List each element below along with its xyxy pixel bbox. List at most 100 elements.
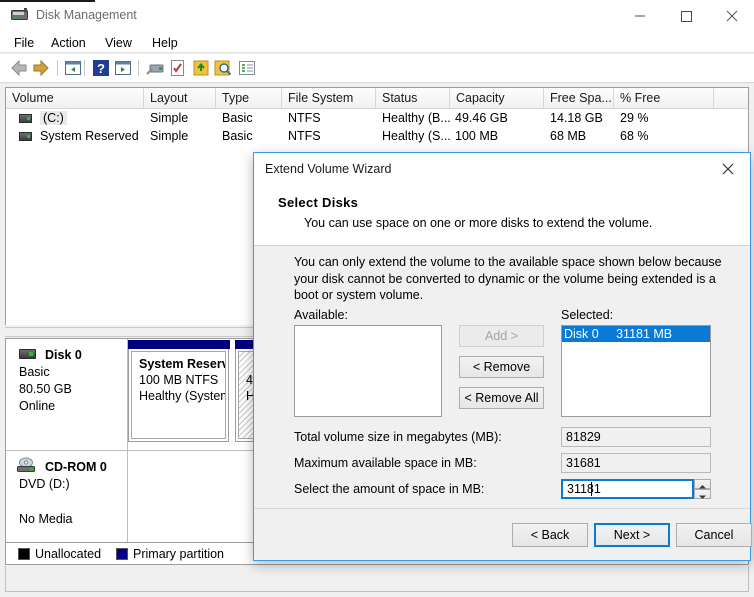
- disk-name: Disk 0: [45, 348, 82, 362]
- column-header-filler: [714, 88, 748, 108]
- menu-action[interactable]: Action: [44, 34, 93, 52]
- column-header-status[interactable]: Status: [376, 88, 450, 108]
- disk-info-disk0: Disk 0 Basic 80.50 GB Online: [6, 339, 128, 450]
- show-hide-action-pane-icon[interactable]: [112, 57, 134, 79]
- column-header-percentfree[interactable]: % Free: [614, 88, 714, 108]
- column-header-layout[interactable]: Layout: [144, 88, 216, 108]
- list-item[interactable]: Disk 0 31181 MB: [562, 326, 710, 342]
- back-arrow-icon[interactable]: [8, 57, 30, 79]
- partition-system-reserved[interactable]: System Reserved 100 MB NTFS Healthy (Sys…: [128, 340, 230, 442]
- status-bar: [5, 566, 749, 592]
- cell-type: Basic: [222, 111, 253, 125]
- cell-status: Healthy (B...: [382, 111, 451, 125]
- dialog-body: You can only extend the volume to the av…: [254, 246, 750, 508]
- column-header-capacity[interactable]: Capacity: [450, 88, 544, 108]
- maximize-button[interactable]: [663, 0, 709, 31]
- cell-percentfree: 68 %: [620, 129, 649, 143]
- dialog-header: Select Disks You can use space on one or…: [254, 186, 750, 246]
- remove-button[interactable]: < Remove: [459, 356, 544, 378]
- partition-size: 100 MB NTFS: [139, 373, 219, 387]
- extend-volume-wizard-dialog: Extend Volume Wizard Select Disks You ca…: [253, 152, 752, 561]
- partition-label: System Reserved: [139, 357, 225, 371]
- cell-filesystem: NTFS: [288, 129, 321, 143]
- cdrom-kind: DVD (D:): [19, 477, 70, 491]
- legend-label-primary: Primary partition: [133, 547, 224, 561]
- volume-list-header: Volume Layout Type File System Status Ca…: [6, 88, 748, 109]
- column-header-filesystem[interactable]: File System: [282, 88, 376, 108]
- close-button[interactable]: [709, 0, 754, 31]
- menu-bar: File Action View Help: [0, 33, 754, 53]
- cell-capacity: 49.46 GB: [455, 111, 508, 125]
- total-volume-size-label: Total volume size in megabytes (MB):: [294, 430, 502, 444]
- remove-all-button[interactable]: < Remove All: [459, 387, 544, 409]
- cdrom-icon: [17, 457, 38, 474]
- dialog-close-icon[interactable]: [706, 153, 750, 184]
- cell-volume: (C:): [40, 111, 67, 125]
- volume-icon: [19, 132, 32, 141]
- partition-capacity-bar: [128, 340, 230, 349]
- cell-capacity: 100 MB: [455, 129, 499, 143]
- title-accent-underline: [0, 0, 95, 2]
- legend-item-unallocated: Unallocated: [18, 547, 101, 561]
- cell-freespace: 14.18 GB: [550, 111, 603, 125]
- partition-status: Healthy (System, /: [139, 389, 225, 403]
- selected-label: Selected:: [561, 308, 614, 322]
- spinner-up-icon[interactable]: [694, 479, 711, 489]
- rescan-disks-icon[interactable]: [166, 57, 188, 79]
- cell-status: Healthy (S...: [382, 129, 451, 143]
- minimize-button[interactable]: [617, 0, 663, 31]
- dialog-title-bar: Extend Volume Wizard: [254, 153, 750, 186]
- dialog-heading: Select Disks: [278, 195, 359, 210]
- list-view-icon[interactable]: [236, 57, 258, 79]
- dialog-title: Extend Volume Wizard: [265, 162, 392, 176]
- amount-spinner[interactable]: [694, 479, 711, 499]
- toolbar-divider-3: [138, 60, 139, 76]
- menu-help[interactable]: Help: [145, 34, 185, 52]
- dialog-subheading: You can use space on one or more disks t…: [304, 216, 653, 230]
- cell-layout: Simple: [150, 129, 189, 143]
- table-row[interactable]: System Reserved Simple Basic NTFS Health…: [6, 127, 748, 145]
- disk-management-window: Disk Management File Action View Help ? …: [0, 0, 754, 597]
- menu-file[interactable]: File: [7, 34, 41, 52]
- all-tasks-icon[interactable]: [190, 57, 212, 79]
- selected-disks-listbox[interactable]: Disk 0 31181 MB: [561, 325, 711, 417]
- forward-arrow-icon[interactable]: [30, 57, 52, 79]
- help-icon[interactable]: ?: [90, 57, 112, 79]
- next-button[interactable]: Next >: [594, 523, 670, 547]
- cell-freespace: 68 MB: [550, 129, 587, 143]
- properties-icon[interactable]: [144, 57, 166, 79]
- title-bar: Disk Management: [0, 0, 754, 33]
- legend-item-primary-partition: Primary partition: [116, 547, 224, 561]
- available-disks-listbox[interactable]: [294, 325, 442, 417]
- cell-layout: Simple: [150, 111, 189, 125]
- column-header-volume[interactable]: Volume: [6, 88, 144, 108]
- add-button[interactable]: Add >: [459, 325, 544, 347]
- dialog-footer: < Back Next > Cancel: [254, 508, 752, 560]
- dialog-intro-text: You can only extend the volume to the av…: [294, 255, 722, 302]
- cell-volume: System Reserved: [40, 129, 139, 143]
- disk-icon: [19, 349, 36, 359]
- toolbar-divider-2: [84, 60, 85, 76]
- show-hide-console-tree-icon[interactable]: [62, 57, 84, 79]
- cancel-button[interactable]: Cancel: [676, 523, 752, 547]
- spinner-down-icon[interactable]: [694, 489, 711, 499]
- text-caret: [591, 482, 592, 496]
- legend-swatch-primary: [116, 548, 128, 560]
- disk-info-cdrom0: CD-ROM 0 DVD (D:) No Media: [6, 451, 128, 542]
- partition-body: System Reserved 100 MB NTFS Healthy (Sys…: [131, 351, 226, 439]
- column-header-freespace[interactable]: Free Spa...: [544, 88, 614, 108]
- maximum-available-space-label: Maximum available space in MB:: [294, 456, 477, 470]
- select-amount-input[interactable]: 31181: [561, 479, 694, 499]
- column-header-type[interactable]: Type: [216, 88, 282, 108]
- back-button[interactable]: < Back: [512, 523, 588, 547]
- table-row[interactable]: (C:) Simple Basic NTFS Healthy (B... 49.…: [6, 109, 748, 127]
- menu-view[interactable]: View: [98, 34, 139, 52]
- select-amount-label: Select the amount of space in MB:: [294, 482, 485, 496]
- available-label: Available:: [294, 308, 348, 322]
- legend-label-unallocated: Unallocated: [35, 547, 102, 561]
- total-volume-size-value: 81829: [561, 427, 711, 447]
- svg-text:?: ?: [97, 61, 105, 76]
- disk-kind: Basic: [19, 365, 50, 379]
- disk-management-icon: [11, 8, 28, 23]
- find-icon[interactable]: [212, 57, 234, 79]
